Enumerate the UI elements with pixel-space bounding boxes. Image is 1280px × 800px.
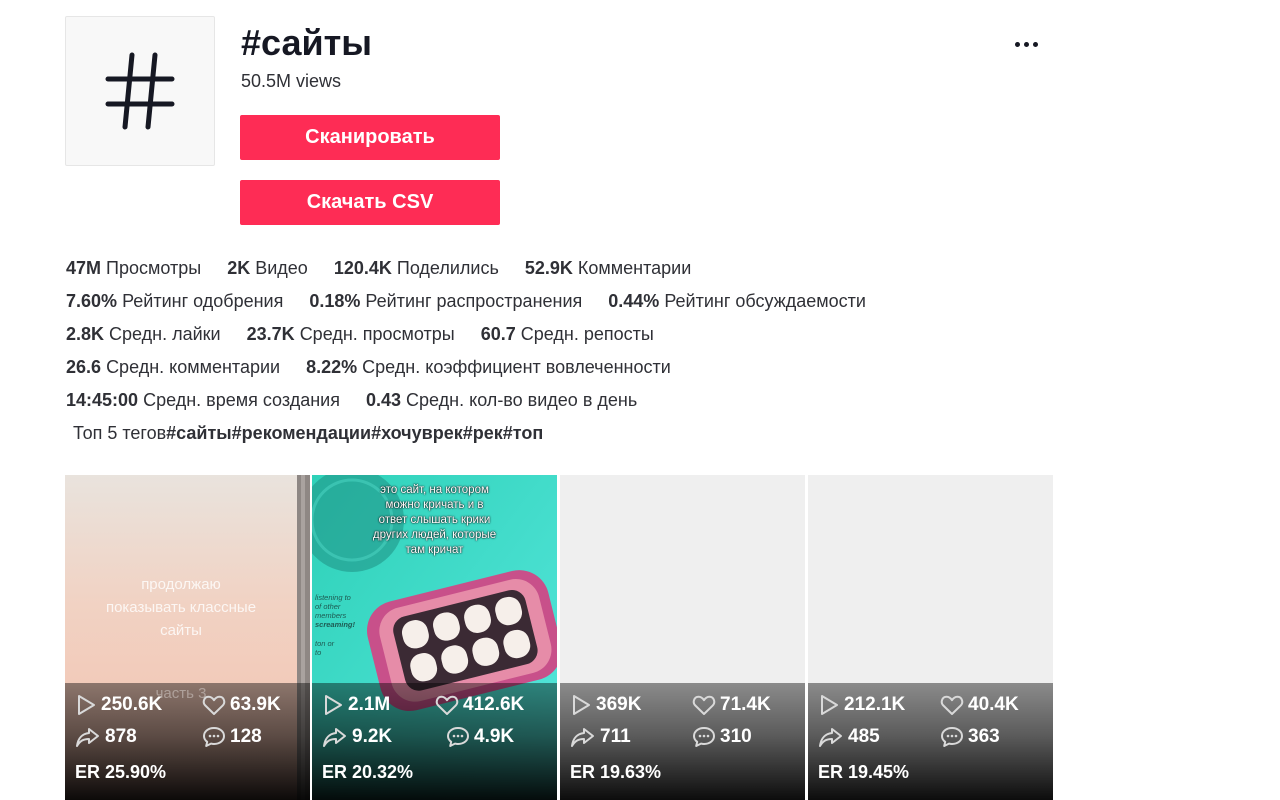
shares-count: 711	[570, 726, 631, 748]
tag-link[interactable]: #рек	[463, 423, 503, 443]
hashtag-title: #сайты	[241, 22, 373, 63]
comment-icon	[447, 727, 469, 747]
scan-button[interactable]: Сканировать	[240, 115, 500, 160]
tag-link[interactable]: #хочуврек	[371, 423, 463, 443]
download-csv-button[interactable]: Скачать CSV	[240, 180, 500, 225]
stat-avg-views: 23.7K Средн. просмотры	[246, 324, 455, 344]
video-caption: продолжаю показывать классные сайты	[105, 576, 257, 639]
video-card[interactable]: 212.1K 40.4K 485 363 ER 19.45%	[808, 475, 1053, 800]
comment-icon	[941, 727, 963, 747]
likes-count: 63.9K	[202, 694, 281, 716]
more-dots-icon	[1032, 41, 1038, 47]
heart-icon	[435, 695, 459, 715]
engagement-rate: ER 19.45%	[818, 762, 910, 782]
shares-count: 878	[75, 726, 137, 748]
plays-count: 2.1M	[322, 694, 390, 716]
tag-link[interactable]: #сайты	[166, 423, 232, 443]
stat-videos: 2K Видео	[227, 258, 308, 278]
stats-row-1: 47M Просмотры 2K Видео 120.4K Поделились 52…	[66, 258, 717, 279]
share-icon	[571, 728, 594, 747]
video-card[interactable]: это сайт, на котором можно кричать и в о…	[312, 475, 557, 800]
tag-link[interactable]: #топ	[503, 423, 543, 443]
play-icon	[573, 695, 590, 715]
stat-avg-likes: 2.8K Средн. лайки	[66, 324, 221, 344]
engagement-rate: ER 20.32%	[322, 762, 414, 782]
stat-shares: 120.4K Поделились	[333, 258, 499, 278]
tag-link[interactable]: #рекомендации	[232, 423, 371, 443]
heart-icon	[202, 695, 226, 715]
play-icon	[325, 695, 342, 715]
likes-count: 71.4K	[692, 694, 771, 716]
top-tags: Топ 5 тегов#сайты#рекомендации#хочуврек#…	[73, 423, 543, 444]
stat-avg-engagement: 8.22% Средн. коэффициент вовлеченности	[306, 357, 671, 377]
engagement-rate: ER 25.90%	[75, 762, 167, 782]
heart-icon	[940, 695, 964, 715]
top-tags-label: Топ 5 тегов	[73, 423, 167, 443]
play-icon	[821, 695, 838, 715]
more-dots-icon	[1023, 41, 1029, 47]
comments-count: 4.9K	[446, 726, 514, 748]
more-dots-icon	[1014, 41, 1020, 47]
stat-avg-comments: 26.6 Средн. комментарии	[66, 357, 281, 377]
stats-row-4: 26.6 Средн. комментарии 8.22% Средн. коэф…	[66, 357, 697, 378]
likes-count: 412.6K	[435, 694, 524, 716]
plays-count: 369K	[570, 694, 641, 716]
share-icon	[76, 728, 99, 747]
share-icon	[323, 728, 346, 747]
shares-count: 485	[818, 726, 880, 748]
stat-discussion-rate: 0.44% Рейтинг обсуждаемости	[608, 291, 866, 311]
stat-avg-videos-per-day: 0.43 Средн. кол-во видео в день	[365, 390, 638, 410]
stat-approval-rate: 7.60% Рейтинг одобрения	[66, 291, 284, 311]
stat-share-rate: 0.18% Рейтинг распространения	[309, 291, 583, 311]
comment-icon	[693, 727, 715, 747]
hashtag-icon	[105, 52, 175, 130]
stat-comments: 52.9K Комментарии	[524, 258, 692, 278]
comment-icon	[203, 727, 225, 747]
comments-count: 363	[940, 726, 1000, 748]
stat-avg-reposts: 60.7 Средн. репосты	[480, 324, 654, 344]
stats-row-3: 2.8K Средн. лайки 23.7K Средн. просмотры 6…	[66, 324, 680, 345]
stats-row-2: 7.60% Рейтинг одобрения 0.18% Рейтинг рас…	[66, 291, 892, 312]
stats-row-5: 14:45:00 Средн. время создания 0.43 Средн…	[66, 390, 663, 411]
share-icon	[819, 728, 842, 747]
video-card[interactable]: 369K 71.4K 711 310 ER 19.63%	[560, 475, 805, 800]
plays-count: 212.1K	[818, 694, 905, 716]
comments-count: 310	[692, 726, 752, 748]
shares-count: 9.2K	[322, 726, 392, 748]
plays-count: 250.6K	[75, 694, 162, 716]
comments-count: 128	[202, 726, 262, 748]
video-caption: это сайт, на котором можно кричать и в о…	[372, 484, 497, 556]
stat-avg-creation-time: 14:45:00 Средн. время создания	[66, 390, 340, 410]
video-card[interactable]: продолжаю показывать классные сайты част…	[65, 475, 310, 800]
play-icon	[78, 695, 95, 715]
stat-views: 47M Просмотры	[66, 258, 202, 278]
hashtag-views: 50.5M views	[241, 71, 342, 91]
video-background-text: listening to of other members screaming!…	[315, 593, 356, 657]
hashtag-avatar	[65, 16, 215, 166]
engagement-rate: ER 19.63%	[570, 762, 662, 782]
more-options-button[interactable]	[1008, 32, 1044, 56]
heart-icon	[692, 695, 716, 715]
likes-count: 40.4K	[940, 694, 1019, 716]
